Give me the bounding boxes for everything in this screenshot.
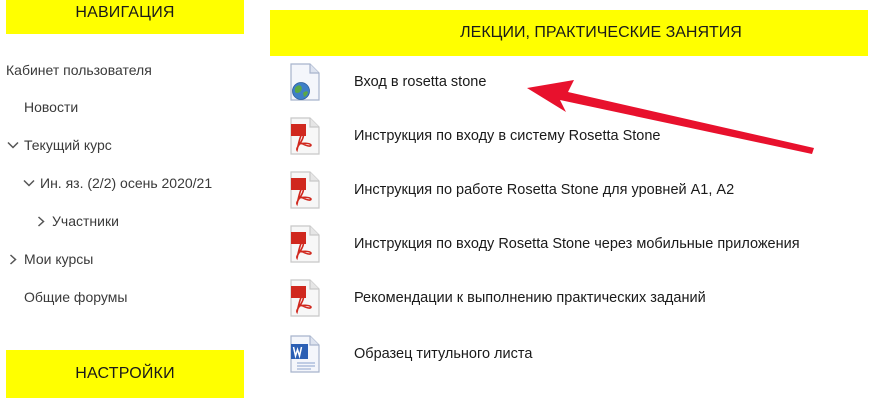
sidebar-item-course[interactable]: Ин. яз. (2/2) осень 2020/21 — [22, 173, 212, 193]
sidebar-item-label: Текущий курс — [24, 137, 112, 153]
sidebar-item-label: Участники — [52, 213, 119, 229]
chevron-right-icon[interactable] — [6, 252, 20, 266]
settings-block-header: НАСТРОЙКИ — [6, 350, 244, 398]
chevron-down-icon[interactable] — [6, 138, 20, 152]
activity-item[interactable]: Инструкция по работе Rosetta Stone для у… — [286, 170, 734, 210]
sidebar-item-label: Ин. яз. (2/2) осень 2020/21 — [40, 175, 213, 191]
sidebar-item-participants[interactable]: Участники — [34, 211, 119, 231]
pdf-icon — [286, 170, 322, 210]
sidebar-item-news[interactable]: Новости — [24, 97, 78, 117]
pdf-icon — [286, 116, 322, 156]
sidebar-item-my-courses[interactable]: Мои курсы — [6, 249, 93, 269]
chevron-right-icon[interactable] — [34, 214, 48, 228]
sidebar-item-label: Общие форумы — [24, 289, 128, 305]
activity-link[interactable]: Рекомендации к выполнению практических з… — [354, 290, 706, 306]
sidebar-item-dashboard[interactable]: Кабинет пользователя — [6, 60, 152, 80]
activity-link[interactable]: Инструкция по входу Rosetta Stone через … — [354, 236, 800, 252]
sidebar-item-current-course[interactable]: Текущий курс — [6, 135, 112, 155]
activity-item[interactable]: Образец титульного листа — [286, 334, 532, 374]
activity-link[interactable]: Инструкция по работе Rosetta Stone для у… — [354, 182, 734, 198]
sidebar-item-label: Мои курсы — [24, 251, 94, 267]
activity-link[interactable]: Инструкция по входу в систему Rosetta St… — [354, 128, 661, 144]
pdf-icon — [286, 224, 322, 264]
pdf-icon — [286, 278, 322, 318]
activity-link[interactable]: Вход в rosetta stone — [354, 74, 486, 90]
activity-item[interactable]: Вход в rosetta stone — [286, 62, 486, 102]
activity-item[interactable]: Инструкция по входу Rosetta Stone через … — [286, 224, 800, 264]
section-header: ЛЕКЦИИ, ПРАКТИЧЕСКИЕ ЗАНЯТИЯ — [270, 10, 868, 56]
sidebar-item-label: Кабинет пользователя — [6, 62, 152, 78]
activity-item[interactable]: Инструкция по входу в систему Rosetta St… — [286, 116, 661, 156]
sidebar-item-forums[interactable]: Общие форумы — [24, 287, 127, 307]
navigation-block-header: НАВИГАЦИЯ — [6, 0, 244, 34]
activity-item[interactable]: Рекомендации к выполнению практических з… — [286, 278, 706, 318]
course-section: ЛЕКЦИИ, ПРАКТИЧЕСКИЕ ЗАНЯТИЯ Вход в rose… — [270, 0, 868, 400]
word-doc-icon — [286, 334, 322, 374]
chevron-down-icon[interactable] — [22, 176, 36, 190]
moodle-course-page: НАВИГАЦИЯ Кабинет пользователя Новости Т… — [0, 0, 870, 400]
url-globe-icon — [286, 62, 322, 102]
sidebar-item-label: Новости — [24, 99, 79, 115]
activity-link[interactable]: Образец титульного листа — [354, 346, 532, 362]
sidebar: НАВИГАЦИЯ Кабинет пользователя Новости Т… — [0, 0, 250, 400]
